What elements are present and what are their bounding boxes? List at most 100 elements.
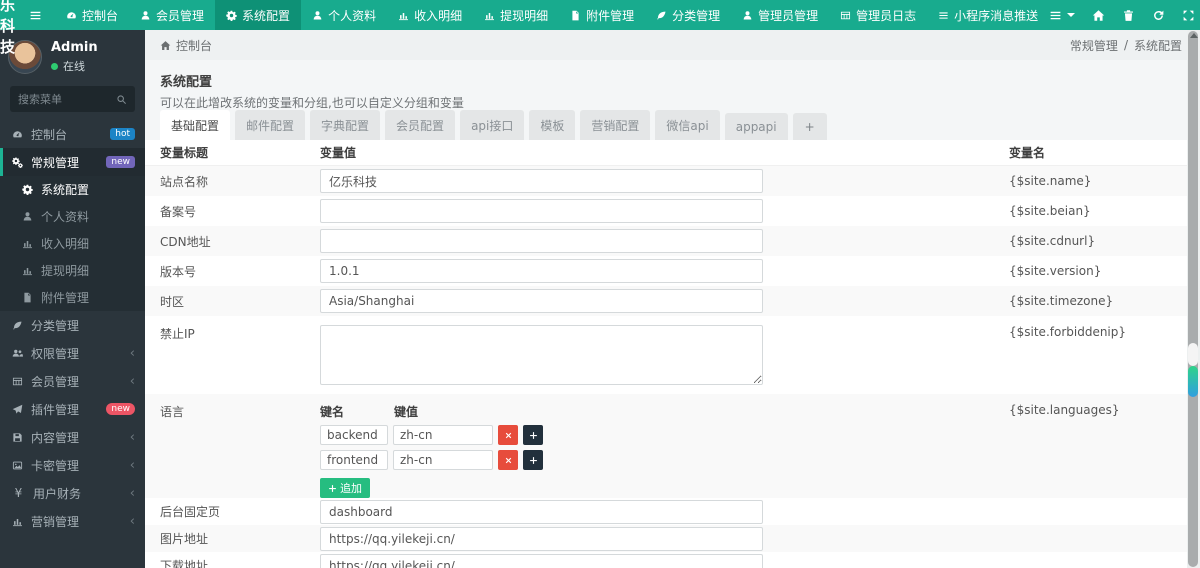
sidebar-item-permission-mgmt[interactable]: 权限管理 [0,339,145,367]
sidebar-item-cardkey-mgmt[interactable]: 卡密管理 [0,451,145,479]
nav-item-system-config[interactable]: 系统配置 [215,0,302,30]
nav-item-income-detail[interactable]: 收入明细 [387,0,473,30]
nav-label: 附件管理 [586,8,635,23]
sidebar-sub-withdraw-detail[interactable]: 提现明细 [0,257,145,284]
image-url-input[interactable] [320,526,763,551]
nav-item-member-mgmt[interactable]: 会员管理 [129,0,215,30]
config-row-version: 版本号 {$site.version} [145,256,1187,286]
top-menu: 控制台 会员管理 系统配置 个人资料 收入明细 提现明细 附件管理 分类管理 管… [55,0,1049,30]
sidebar-toggle-button[interactable] [16,0,55,30]
tab-api[interactable]: api接口 [460,110,525,142]
sidebar-item-marketing-mgmt[interactable]: 营销管理 [0,507,145,535]
sidebar-user-panel: Admin 在线 [0,30,145,82]
tab-member-config[interactable]: 会员配置 [385,110,456,142]
tab-mail-config[interactable]: 邮件配置 [235,110,306,142]
backend-fixed-page-input[interactable] [320,499,763,524]
config-row-backend-fixed-page: 后台固定页 [145,498,1187,525]
beian-input[interactable] [320,199,763,223]
list-icon [938,10,949,21]
sidebar-sub-profile[interactable]: 个人资料 [0,203,145,230]
var-name: {$site.version} [1009,264,1102,278]
users-icon [12,348,23,359]
yen-icon: ¥ [14,486,23,500]
row-label: 禁止IP [160,327,195,341]
scrollbar-thumb-accent[interactable] [1188,366,1198,397]
brand-logo: 亿乐科技 [0,0,17,56]
append-button[interactable]: 追加 [320,478,370,498]
new-badge: new [106,155,135,169]
breadcrumb-home-link[interactable]: 控制台 [160,37,212,54]
sidebar-sub-income-detail[interactable]: 收入明细 [0,230,145,257]
chart-icon [398,10,409,21]
scrollbar[interactable] [1187,30,1200,568]
sidebar-item-user-finance[interactable]: ¥ 用户财务 [0,479,145,507]
row-label: 下载地址 [160,559,209,568]
nav-item-profile[interactable]: 个人资料 [301,0,387,30]
add-pair-button[interactable] [523,450,543,470]
sidebar-item-category-mgmt[interactable]: 分类管理 [0,311,145,339]
nav-label: 收入明细 [414,8,463,23]
sidebar-item-general-mgmt[interactable]: 常规管理 new [0,148,145,176]
sidebar-sub-attachment-mgmt[interactable]: 附件管理 [0,284,145,311]
cdn-url-input[interactable] [320,229,763,253]
forbidden-ip-textarea[interactable] [320,325,763,385]
scrollbar-track[interactable] [1188,31,1198,567]
breadcrumb-parent[interactable]: 常规管理 [1070,37,1118,54]
lang-value-input[interactable] [393,450,493,470]
nav-item-attachment-mgmt[interactable]: 附件管理 [559,0,645,30]
nav-item-console[interactable]: 控制台 [55,0,129,30]
scrollbar-thumb[interactable] [1188,343,1198,366]
site-name-input[interactable] [320,169,763,193]
add-pair-button[interactable] [523,425,543,445]
home-icon [160,40,171,51]
config-row-image-url: 图片地址 [145,525,1187,552]
timezone-input[interactable] [320,289,763,313]
menu-search-input[interactable] [18,92,116,106]
tab-dict-config[interactable]: 字典配置 [310,110,381,142]
scroll-up-arrow-icon[interactable] [1190,33,1198,38]
download-url-input[interactable] [320,553,763,568]
sidebar-sub-system-config[interactable]: 系统配置 [0,176,145,203]
lang-key-input[interactable] [320,450,388,470]
status-dot-icon [51,62,58,70]
chevron-left-icon [130,346,135,361]
tab-template[interactable]: 模板 [529,110,576,142]
tab-app-api[interactable]: appapi [724,113,788,142]
sidebar-item-plugin-mgmt[interactable]: 插件管理 new [0,395,145,423]
breadcrumb-separator: / [1123,38,1128,52]
nav-item-miniprogram-push[interactable]: 小程序消息推送 [927,0,1049,30]
add-tab-button[interactable]: + [792,113,827,142]
lang-value-input[interactable] [393,425,493,445]
refresh-button[interactable] [1152,9,1165,22]
nav-item-admin-log[interactable]: 管理员日志 [829,0,927,30]
menu-dropdown-button[interactable] [1049,9,1076,22]
nav-item-admin-mgmt[interactable]: 管理员管理 [731,0,829,30]
delete-pair-button[interactable] [498,425,518,445]
trash-icon [1122,9,1135,22]
nav-item-category-mgmt[interactable]: 分类管理 [645,0,731,30]
delete-pair-button[interactable] [498,450,518,470]
sidebar-item-console[interactable]: 控制台 hot [0,120,145,148]
tab-basic-config[interactable]: 基础配置 [160,110,231,142]
leaf-icon [12,320,23,331]
fullscreen-button[interactable] [1182,9,1195,22]
lang-key-input[interactable] [320,425,388,445]
nav-item-withdraw-detail[interactable]: 提现明细 [473,0,559,30]
col-header-title: 变量标题 [160,146,209,160]
search-icon [116,94,127,105]
clear-cache-button[interactable] [1122,9,1135,22]
file-icon [570,10,581,21]
row-label: 备案号 [160,204,197,219]
tab-wechat-api[interactable]: 微信api [655,110,720,142]
table-header: 变量标题 变量值 变量名 [145,140,1187,166]
config-row-site-name: 站点名称 {$site.name} [145,166,1187,196]
sidebar-item-content-mgmt[interactable]: 内容管理 [0,423,145,451]
top-navbar: 亿乐科技 控制台 会员管理 系统配置 个人资料 收入明细 提现明细 附件管理 分… [0,0,1200,56]
value-header: 键值 [394,405,419,419]
user-icon [22,211,33,222]
gauge-icon [12,129,23,140]
tab-marketing-config[interactable]: 营销配置 [580,110,651,142]
version-input[interactable] [320,259,763,283]
sidebar-item-member-mgmt[interactable]: 会员管理 [0,367,145,395]
home-button[interactable] [1092,9,1105,22]
